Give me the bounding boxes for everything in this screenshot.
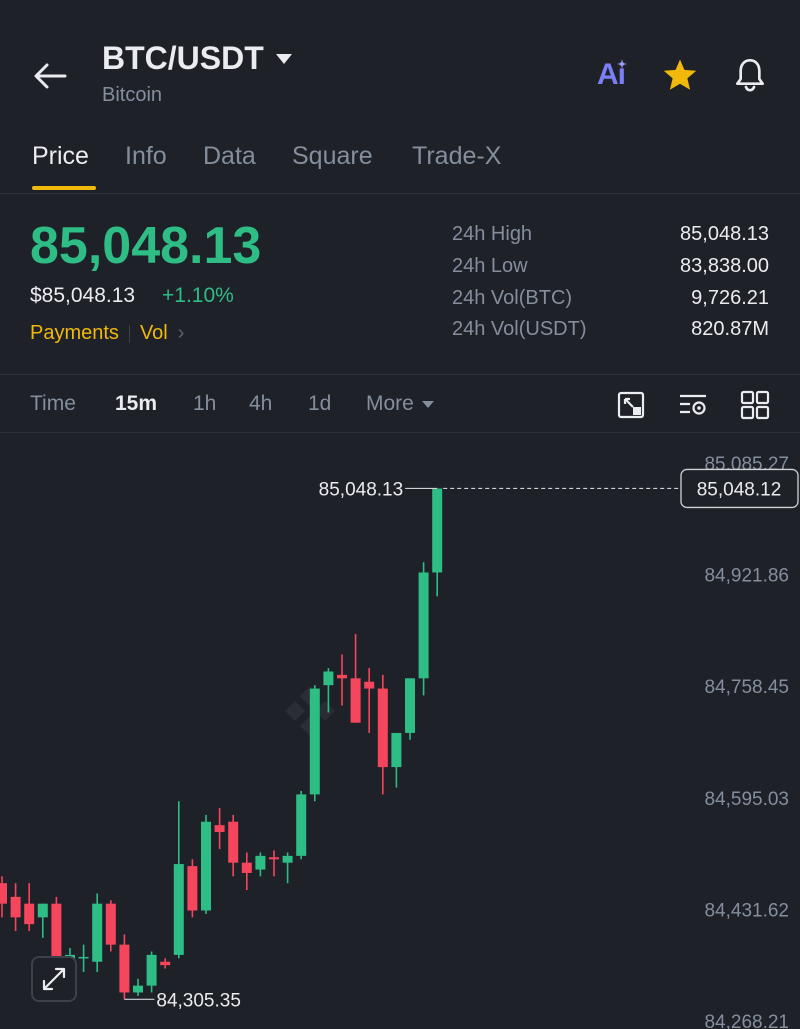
candle <box>160 958 171 969</box>
interval-more-label: More <box>366 392 414 415</box>
candle <box>364 668 375 733</box>
candle <box>119 934 130 1000</box>
candle <box>432 488 443 597</box>
candle <box>282 852 293 884</box>
tab-square[interactable]: Square <box>292 142 373 171</box>
price-markers: 85,048.12 85,048.13 84,305.35 <box>124 468 799 1011</box>
stat-label-vol-btc: 24h Vol(BTC) <box>452 287 573 309</box>
candle <box>105 900 116 952</box>
indicator-settings-icon[interactable] <box>678 390 708 420</box>
candle <box>173 801 184 959</box>
interval-15m[interactable]: 15m <box>115 392 157 416</box>
active-tab-indicator <box>32 186 96 190</box>
sparkle-icon <box>617 59 627 69</box>
candle <box>269 850 279 877</box>
expand-icon <box>42 967 66 991</box>
candle <box>391 732 402 788</box>
y-axis: 85,085.2784,921.8684,758.4584,595.0384,4… <box>704 454 789 1029</box>
candle <box>133 978 143 996</box>
caret-down-icon <box>421 400 434 408</box>
bell-icon[interactable] <box>730 55 770 95</box>
y-tick-label: 84,431.62 <box>704 900 789 921</box>
link-divider <box>128 324 130 343</box>
low-marker-label: 84,305.35 <box>156 990 241 1011</box>
candle <box>78 944 89 972</box>
stat-value-vol-btc: 9,726.21 <box>691 287 769 309</box>
tab-price[interactable]: Price <box>32 142 89 171</box>
asset-name: Bitcoin <box>102 84 163 106</box>
main-tabs: Price Info Data Square Trade-X <box>0 138 800 194</box>
interval-4h[interactable]: 4h <box>249 392 272 416</box>
candle <box>10 883 21 931</box>
stat-value-high: 85,048.13 <box>680 223 769 245</box>
tab-trade-x[interactable]: Trade-X <box>412 142 501 171</box>
expand-chart-button[interactable] <box>31 956 77 1002</box>
interval-bar: Time 15m 1h 4h 1d More <box>0 376 800 432</box>
stat-label-low: 24h Low <box>452 255 528 277</box>
candles-group <box>0 488 443 1000</box>
candle <box>187 859 198 918</box>
candlestick-chart[interactable]: 85,085.2784,921.8684,758.4584,595.0384,4… <box>0 434 800 1029</box>
back-arrow-icon[interactable] <box>30 58 70 94</box>
candle <box>337 654 347 706</box>
candle <box>228 814 239 877</box>
candle <box>24 883 35 931</box>
candle <box>255 852 266 877</box>
candle <box>146 951 157 993</box>
star-icon[interactable] <box>660 55 700 95</box>
high-marker-label: 85,048.13 <box>319 479 404 500</box>
candle <box>241 852 252 891</box>
interval-more[interactable]: More <box>366 392 434 416</box>
grid-layout-icon[interactable] <box>740 390 770 420</box>
interval-time[interactable]: Time <box>30 392 76 416</box>
current-price-label: 85,048.12 <box>697 479 782 500</box>
candle <box>405 678 415 740</box>
candle <box>37 903 48 938</box>
candle <box>0 876 7 918</box>
pair-title: BTC/USDT <box>102 40 264 76</box>
stat-label-high: 24h High <box>452 223 533 245</box>
chevron-down-icon <box>275 53 292 64</box>
chart-top-divider <box>0 432 800 433</box>
quick-links: Payments Vol › <box>30 322 184 345</box>
header: BTC/USDT Bitcoin Ai <box>0 0 800 130</box>
candle <box>92 893 103 972</box>
chart-fullscreen-icon[interactable] <box>616 390 646 420</box>
price-change: +1.10% <box>162 284 234 307</box>
y-tick-label: 84,758.45 <box>704 677 789 698</box>
candle <box>309 685 320 802</box>
chevron-right-icon[interactable]: › <box>178 322 185 345</box>
interval-1h[interactable]: 1h <box>193 392 216 416</box>
payments-link[interactable]: Payments <box>30 322 119 345</box>
interval-1d[interactable]: 1d <box>308 392 331 416</box>
candle <box>214 808 225 850</box>
y-tick-label: 84,595.03 <box>704 789 789 810</box>
tab-data[interactable]: Data <box>203 142 256 171</box>
candle <box>377 674 388 795</box>
stat-label-vol-usdt: 24h Vol(USDT) <box>452 318 587 340</box>
stat-value-vol-usdt: 820.87M <box>691 318 769 340</box>
tab-info[interactable]: Info <box>125 142 167 171</box>
candle <box>350 633 361 723</box>
pair-selector[interactable]: BTC/USDT <box>102 40 292 77</box>
ai-icon[interactable]: Ai <box>591 55 631 95</box>
stat-value-low: 83,838.00 <box>680 255 769 277</box>
y-tick-label: 84,268.21 <box>704 1012 789 1029</box>
vol-link[interactable]: Vol <box>140 322 168 345</box>
candle <box>418 562 429 696</box>
candle <box>201 814 211 914</box>
y-tick-label: 84,921.86 <box>704 566 789 587</box>
section-divider <box>0 374 800 375</box>
usd-price: $85,048.13 <box>30 284 136 307</box>
candle <box>296 790 307 860</box>
last-price: 85,048.13 <box>30 217 262 275</box>
